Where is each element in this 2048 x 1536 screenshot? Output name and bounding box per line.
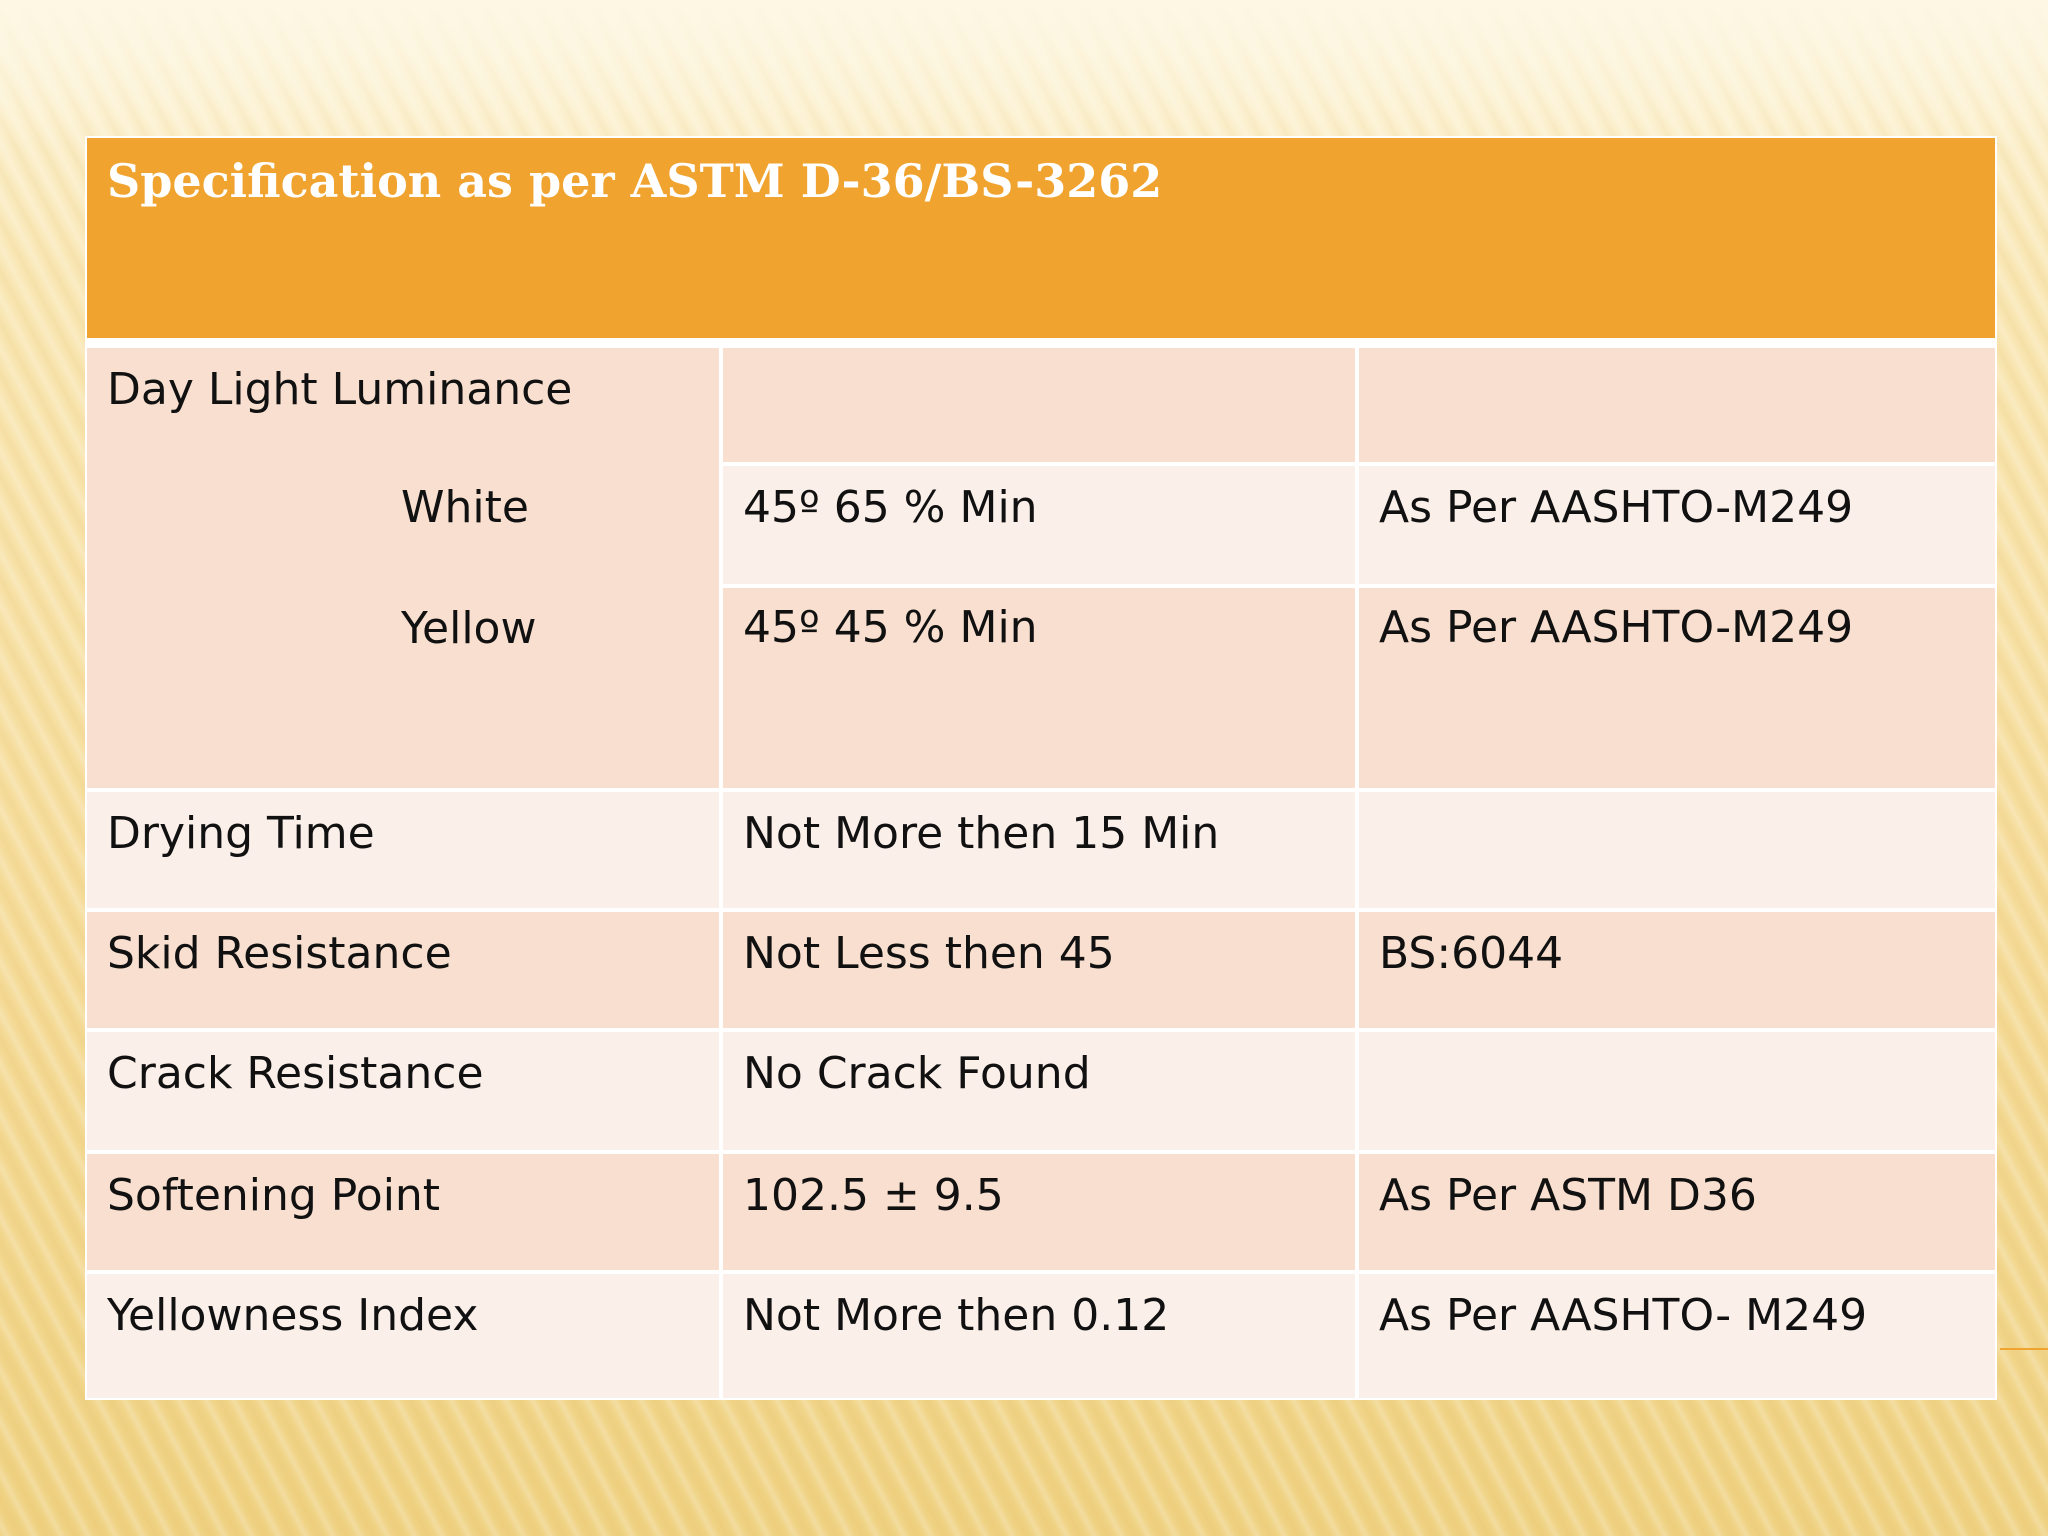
luminance-ref-empty-cell bbox=[1359, 348, 1995, 462]
property-label: Softening Point bbox=[107, 1170, 441, 1221]
property-label: Yellowness Index bbox=[107, 1290, 479, 1341]
table-row-crack-reference bbox=[1359, 1032, 1995, 1150]
table-row-skid-reference: BS:6044 bbox=[1359, 912, 1995, 1028]
value-label: Not Less then 45 bbox=[743, 928, 1115, 979]
luminance-property-cell: Day Light Luminance White Yellow bbox=[87, 348, 719, 788]
yellow-ref-cell: As Per AASHTO-M249 bbox=[1359, 588, 1995, 788]
table-row-drying-value: Not More then 15 Min bbox=[723, 792, 1355, 908]
value-label: 102.5 ± 9.5 bbox=[743, 1170, 1004, 1221]
property-label: Drying Time bbox=[107, 808, 375, 859]
white-value: 45º 65 % Min bbox=[743, 482, 1038, 533]
white-value-cell: 45º 65 % Min bbox=[723, 466, 1355, 584]
table-row-drying-reference bbox=[1359, 792, 1995, 908]
yellow-label: Yellow bbox=[401, 602, 537, 654]
property-label: Crack Resistance bbox=[107, 1048, 484, 1099]
table-row-yellowness-property: Yellowness Index bbox=[87, 1274, 719, 1398]
table-header: Specification as per ASTM D-36/BS-3262 bbox=[87, 138, 1995, 338]
value-label: Not More then 0.12 bbox=[743, 1290, 1170, 1341]
property-label: Skid Resistance bbox=[107, 928, 452, 979]
luminance-label: Day Light Luminance bbox=[107, 364, 573, 415]
decorative-line bbox=[2000, 1348, 2048, 1350]
table-row-softening-property: Softening Point bbox=[87, 1154, 719, 1270]
table-row-yellowness-reference: As Per AASHTO- M249 bbox=[1359, 1274, 1995, 1398]
yellow-ref: As Per AASHTO-M249 bbox=[1379, 602, 1854, 653]
value-label: Not More then 15 Min bbox=[743, 808, 1220, 859]
value-label: No Crack Found bbox=[743, 1048, 1091, 1099]
table-row-yellowness-value: Not More then 0.12 bbox=[723, 1274, 1355, 1398]
reference-label: As Per AASHTO- M249 bbox=[1379, 1290, 1868, 1341]
reference-label: BS:6044 bbox=[1379, 928, 1564, 979]
yellow-value: 45º 45 % Min bbox=[743, 602, 1038, 653]
white-ref-cell: As Per AASHTO-M249 bbox=[1359, 466, 1995, 584]
white-label: White bbox=[401, 482, 529, 534]
yellow-value-cell: 45º 45 % Min bbox=[723, 588, 1355, 788]
table-row-skid-value: Not Less then 45 bbox=[723, 912, 1355, 1028]
table-row-drying-property: Drying Time bbox=[87, 792, 719, 908]
table-row-crack-property: Crack Resistance bbox=[87, 1032, 719, 1150]
table-header-text: Specification as per ASTM D-36/BS-3262 bbox=[107, 154, 1163, 208]
table-row-softening-reference: As Per ASTM D36 bbox=[1359, 1154, 1995, 1270]
background-fade bbox=[0, 0, 2048, 150]
white-ref: As Per AASHTO-M249 bbox=[1379, 482, 1854, 533]
table-row-crack-value: No Crack Found bbox=[723, 1032, 1355, 1150]
table-row-skid-property: Skid Resistance bbox=[87, 912, 719, 1028]
luminance-value-empty-cell bbox=[723, 348, 1355, 462]
table-row-softening-value: 102.5 ± 9.5 bbox=[723, 1154, 1355, 1270]
specification-table: Specification as per ASTM D-36/BS-3262 D… bbox=[85, 136, 1997, 1400]
reference-label: As Per ASTM D36 bbox=[1379, 1170, 1757, 1221]
